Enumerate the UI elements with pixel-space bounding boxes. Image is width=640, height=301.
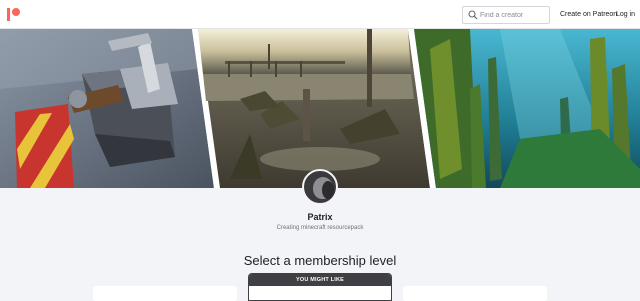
cover-panel-underwater: [414, 29, 640, 188]
cover-banner: [0, 29, 640, 188]
featured-badge: YOU MIGHT LIKE: [249, 274, 391, 286]
creator-tagline: Creating minecraft resourcepack: [276, 225, 364, 231]
logo-bar: [7, 8, 10, 21]
logo-dot: [12, 8, 20, 16]
membership-section-title: Select a membership level: [243, 253, 397, 268]
avatar-shadow: [322, 181, 334, 199]
patreon-logo-icon[interactable]: [7, 8, 20, 21]
search-icon: [468, 10, 478, 20]
tier-card-right[interactable]: [403, 286, 547, 301]
login-link[interactable]: Log in: [616, 11, 635, 18]
cover-image: [0, 29, 640, 188]
search-box[interactable]: [462, 6, 550, 24]
search-input[interactable]: [480, 8, 548, 22]
create-on-patreon-link[interactable]: Create on Patreon: [560, 11, 617, 18]
creator-avatar: [302, 169, 338, 205]
top-navbar: Create on Patreon Log in: [0, 0, 640, 29]
cover-panel-swamp: [198, 29, 430, 188]
tier-card-featured[interactable]: YOU MIGHT LIKE: [248, 273, 392, 301]
cover-panel-anvil: [0, 29, 214, 188]
tier-card-left[interactable]: [93, 286, 237, 301]
creator-name: Patrix: [307, 212, 333, 222]
